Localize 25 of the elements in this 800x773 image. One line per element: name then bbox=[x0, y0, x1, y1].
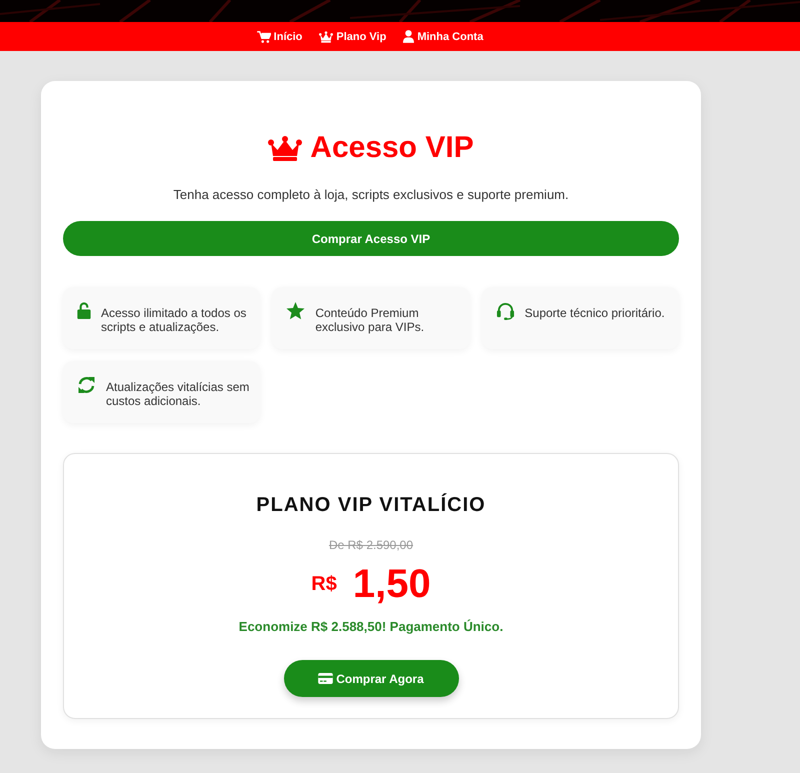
refresh-icon bbox=[77, 376, 96, 394]
star-icon bbox=[286, 302, 306, 320]
currency-symbol: R$ bbox=[311, 572, 337, 596]
old-price: De R$ 2.590,00 bbox=[328, 538, 414, 552]
nav-link[interactable]: Plano Vip bbox=[319, 30, 386, 42]
user-icon bbox=[403, 30, 414, 43]
crown-icon bbox=[319, 30, 334, 42]
page-title: Acesso VIP bbox=[310, 130, 474, 166]
buy-vip-button[interactable]: Comprar Acesso VIP bbox=[63, 221, 679, 256]
buy-now-button[interactable]: Comprar Agora bbox=[284, 660, 458, 697]
headset-icon bbox=[496, 302, 515, 320]
feature-text: Atualizações vitalícias sem custos adicionais. bbox=[106, 380, 250, 408]
crown-icon bbox=[268, 136, 302, 160]
feature-text: Conteúdo Premium exclusivo para VIPs. bbox=[315, 306, 426, 334]
unlocked-padlock-icon bbox=[77, 302, 91, 319]
price-value: 1,50 bbox=[352, 561, 431, 607]
nav-link[interactable]: Minha Conta bbox=[403, 30, 484, 43]
nav-link[interactable]: Início bbox=[256, 30, 302, 42]
credit-card-icon bbox=[318, 673, 334, 684]
subtitle-text: Tenha acesso completo à loja, scripts exclusivos e suporte premium. bbox=[172, 187, 570, 202]
cart-icon bbox=[256, 30, 271, 42]
feature-text: Acesso ilimitado a todos os scripts e atualizações. bbox=[101, 306, 248, 334]
feature-text: Suporte técnico prioritário. bbox=[524, 306, 665, 320]
plan-title: PLANO VIP VITALÍCIO bbox=[255, 494, 487, 517]
savings-text: Economize R$ 2.588,50! Pagamento Único. bbox=[238, 619, 504, 634]
